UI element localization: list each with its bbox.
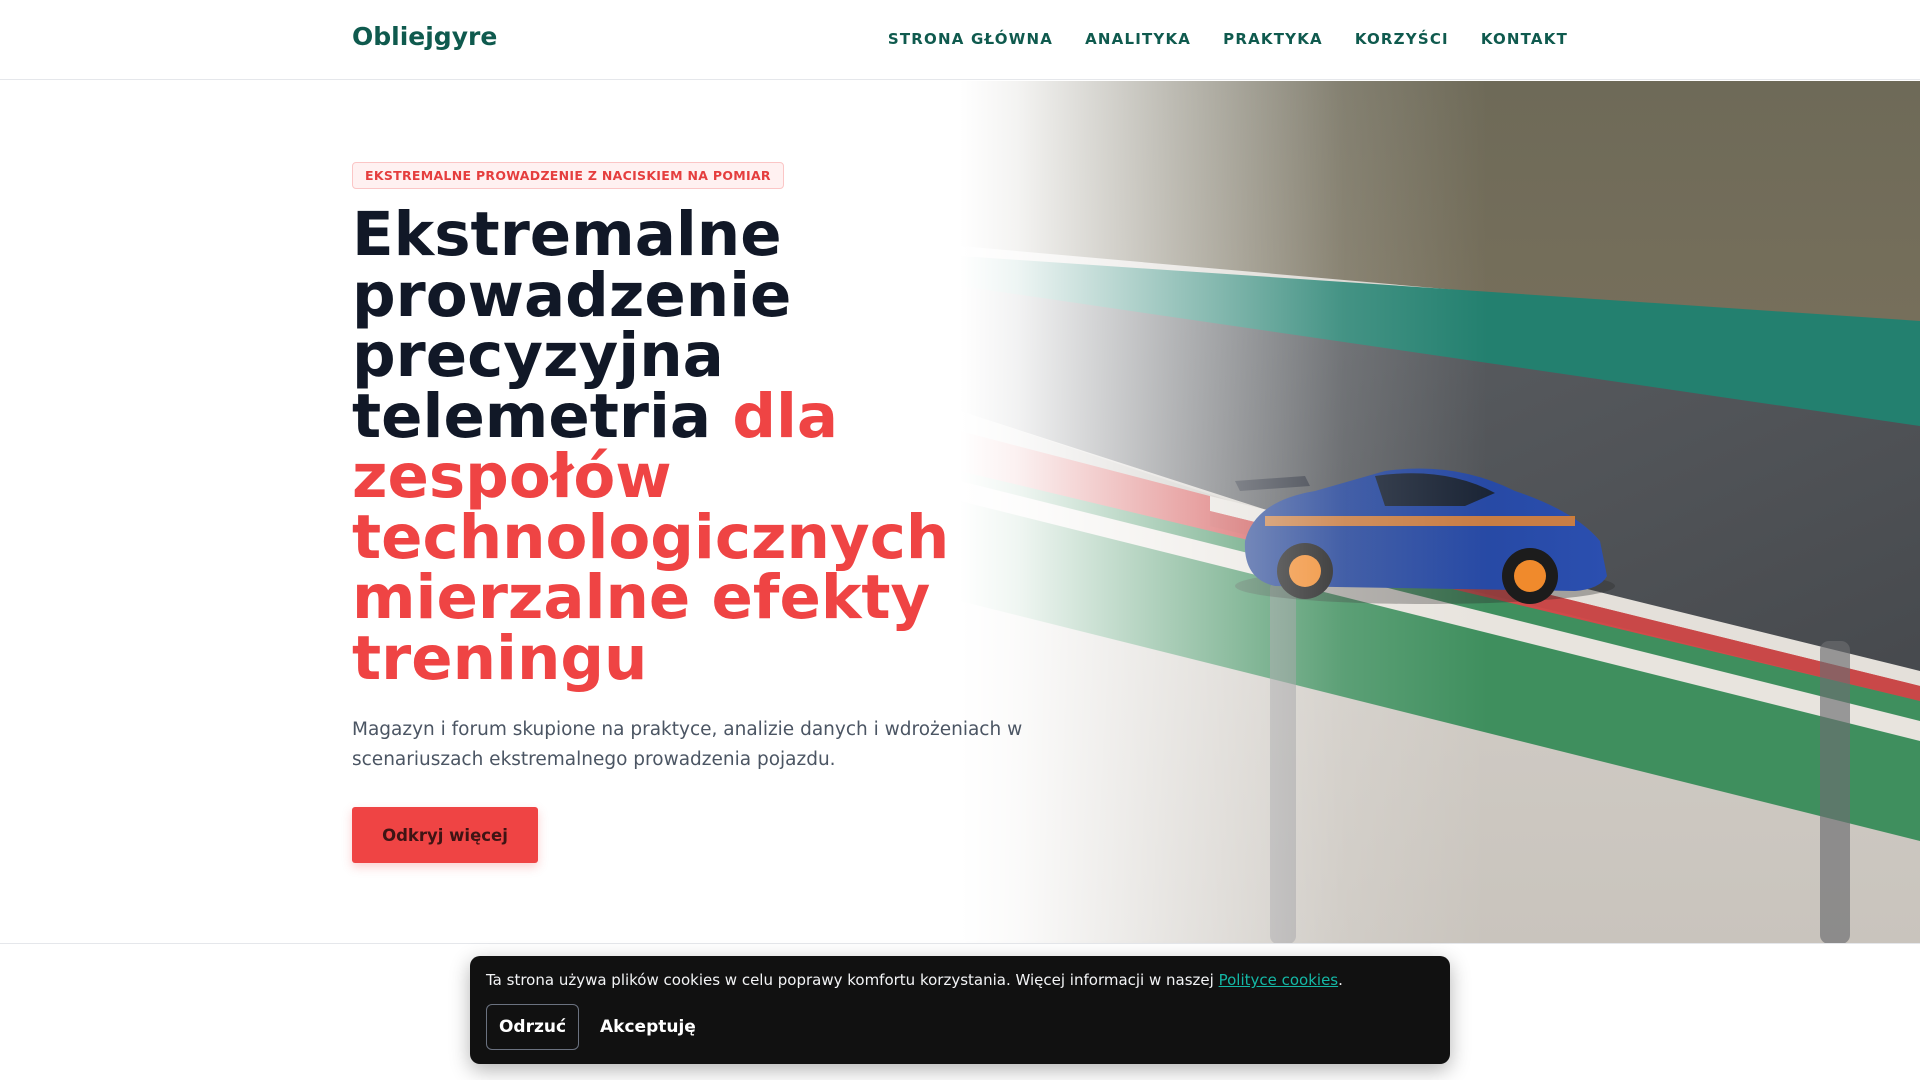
hero-headline: Ekstremalne prowadzenie precyzyjna telem… xyxy=(352,204,1052,689)
site-logo[interactable]: Obliejgyre xyxy=(352,22,497,51)
nav-link-analytics[interactable]: ANALITYKA xyxy=(1085,30,1191,48)
hero-badge: EKSTREMALNE PROWADZENIE Z NACISKIEM NA P… xyxy=(352,162,784,189)
discover-more-button[interactable]: Odkryj więcej xyxy=(352,807,538,863)
nav-link-benefits[interactable]: KORZYŚCI xyxy=(1355,30,1449,48)
hero-image-fade xyxy=(960,81,1920,943)
site-header: Obliejgyre STRONA GŁÓWNA ANALITYKA PRAKT… xyxy=(0,0,1920,80)
reject-cookies-button[interactable]: Odrzuć xyxy=(486,1004,579,1050)
hero-headline-dark: Ekstremalne prowadzenie precyzyjna telem… xyxy=(352,199,792,452)
hero-lead: Magazyn i forum skupione na praktyce, an… xyxy=(352,719,1023,770)
cookie-text-body: Ta strona używa plików cookies w celu po… xyxy=(486,971,1219,989)
main-nav: STRONA GŁÓWNA ANALITYKA PRAKTYKA KORZYŚC… xyxy=(888,30,1568,48)
nav-link-contact[interactable]: KONTAKT xyxy=(1481,30,1568,48)
nav-link-practice[interactable]: PRAKTYKA xyxy=(1223,30,1323,48)
hero-section: EKSTREMALNE PROWADZENIE Z NACISKIEM NA P… xyxy=(0,81,1920,944)
cookie-policy-link[interactable]: Polityce cookies xyxy=(1219,971,1339,989)
cookie-text: Ta strona używa plików cookies w celu po… xyxy=(486,971,1343,989)
cookie-banner: Ta strona używa plików cookies w celu po… xyxy=(470,956,1450,1064)
cookie-text-end: . xyxy=(1338,971,1343,989)
accept-cookies-button[interactable]: Akceptuję xyxy=(592,1004,702,1050)
nav-link-home[interactable]: STRONA GŁÓWNA xyxy=(888,30,1053,48)
hero-badge-label: EKSTREMALNE PROWADZENIE Z NACISKIEM NA P… xyxy=(365,168,771,183)
hero-image xyxy=(960,81,1920,943)
